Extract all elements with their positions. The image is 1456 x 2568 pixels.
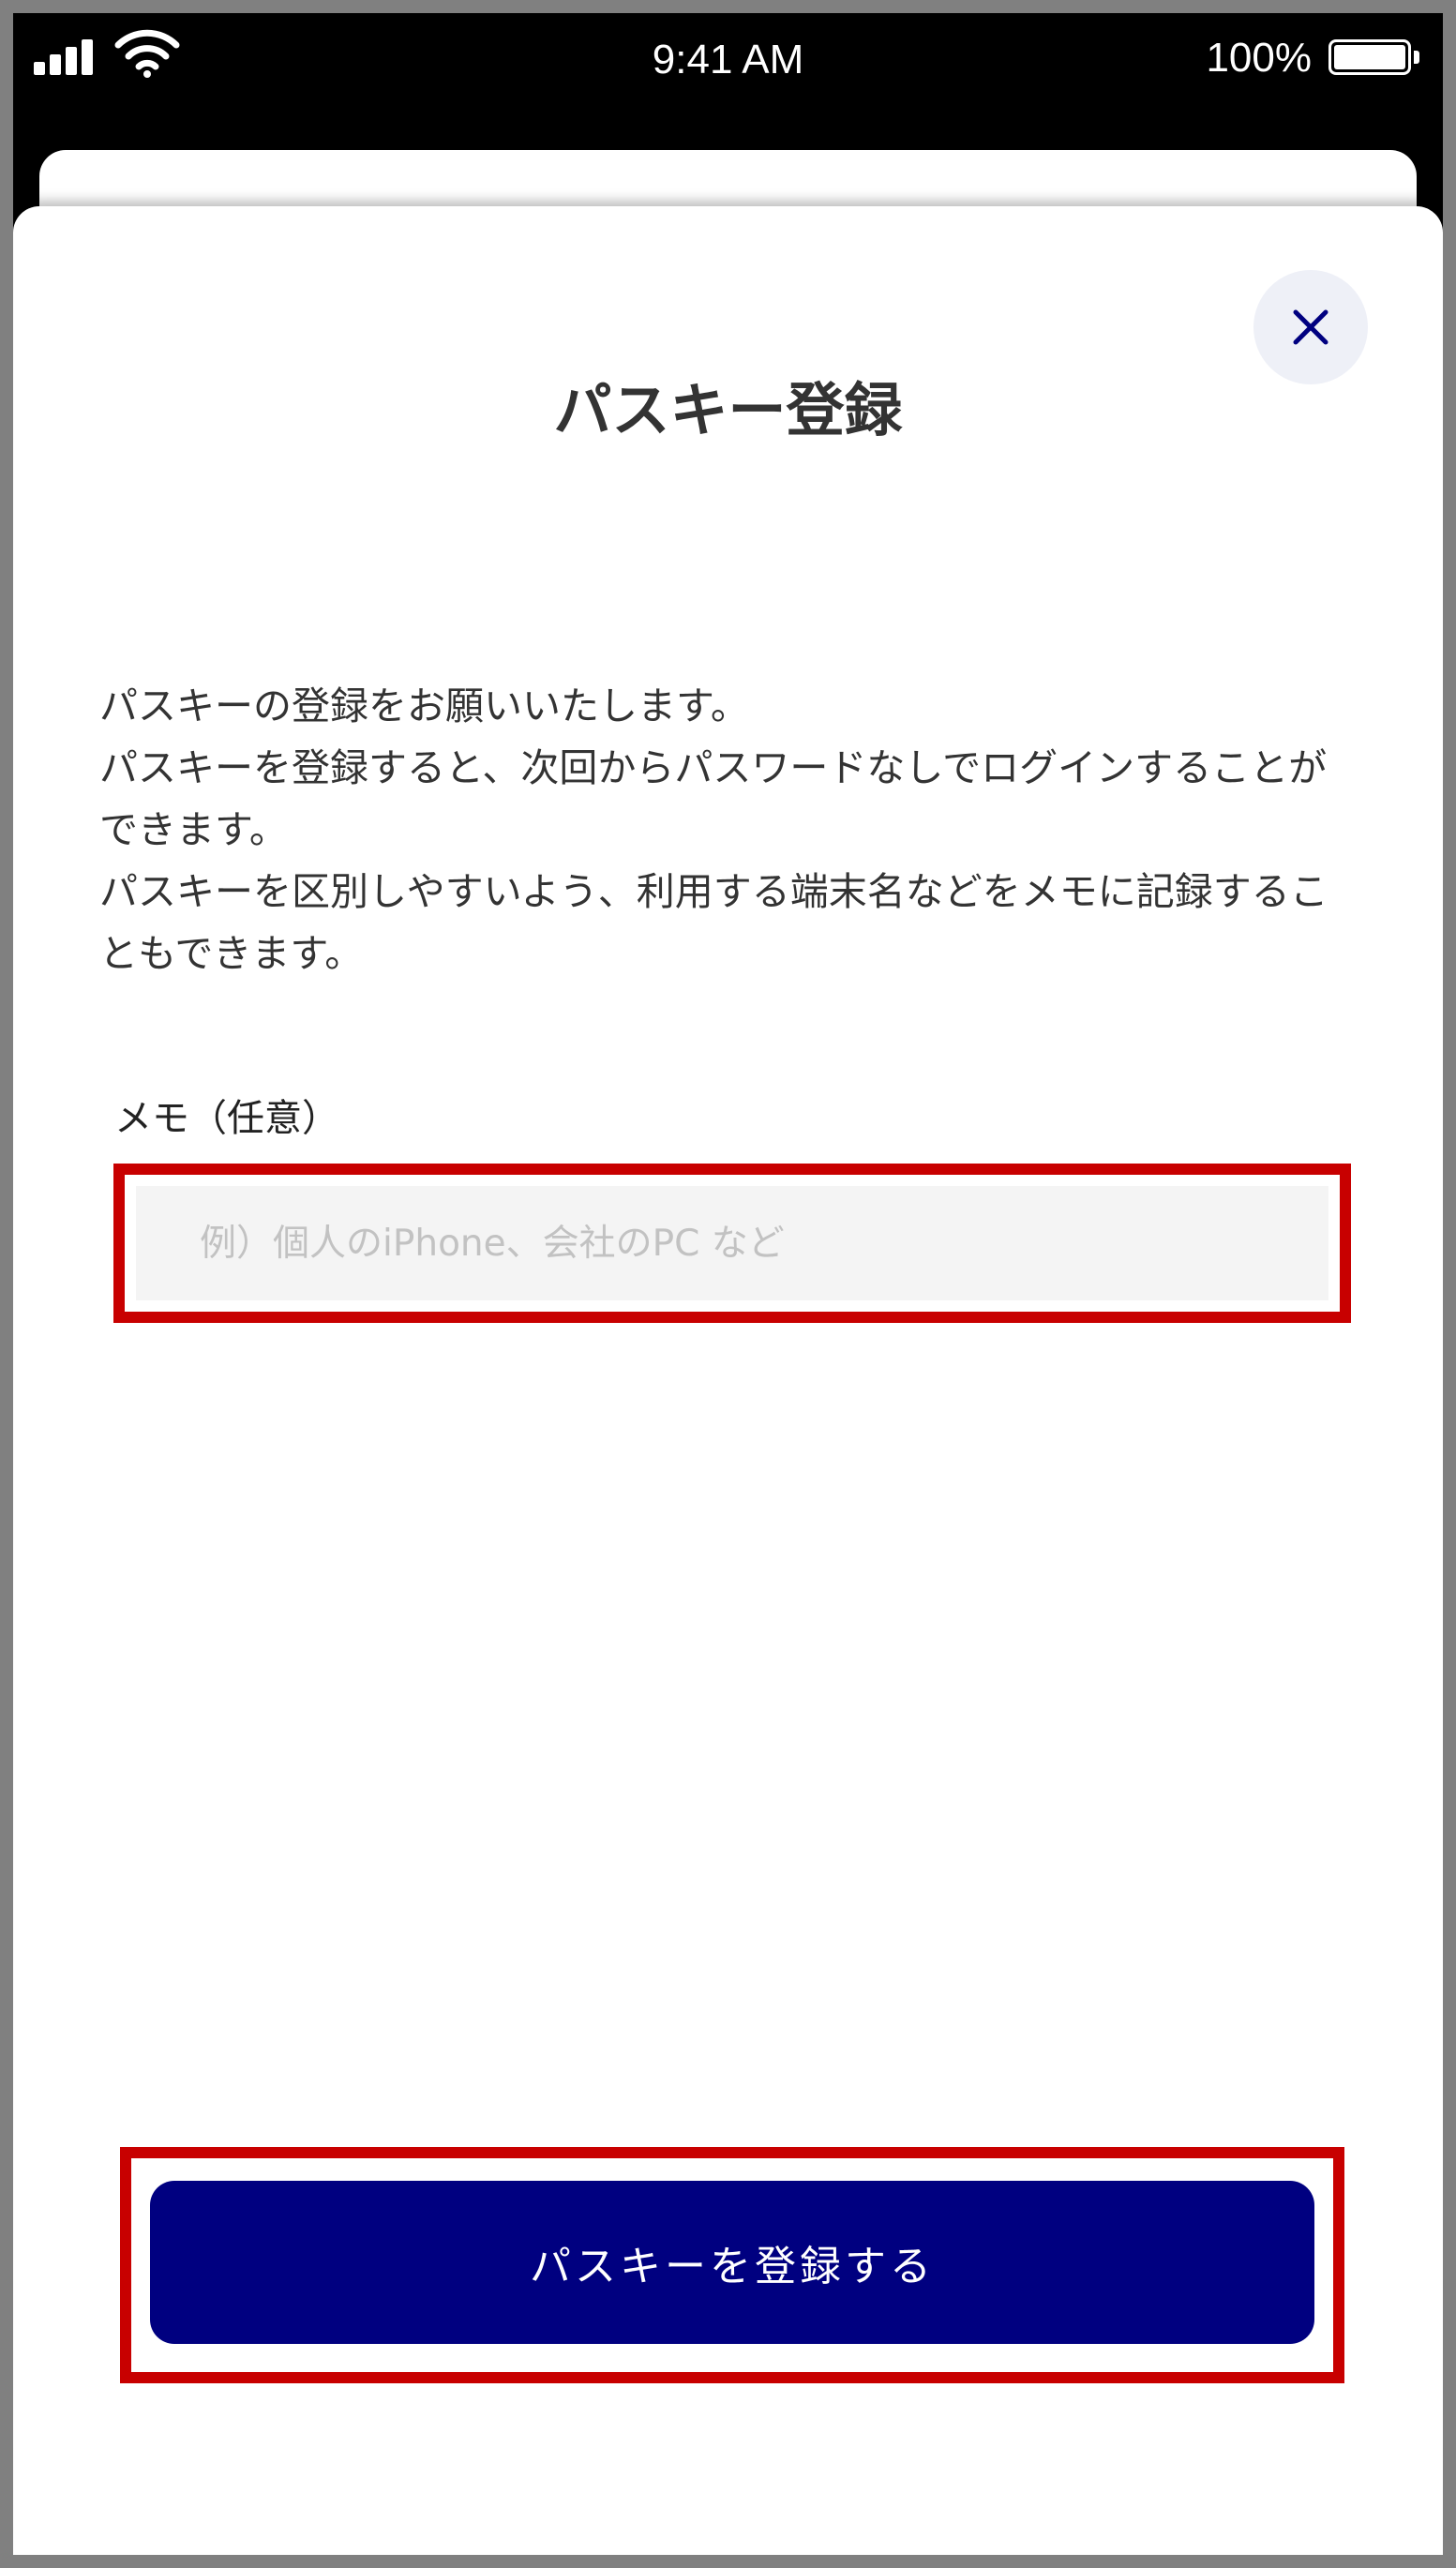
battery-percentage: 100% xyxy=(1206,35,1312,81)
close-icon xyxy=(1293,309,1328,345)
battery-icon xyxy=(1328,39,1422,79)
description-line: パスキーの登録をお願いいたします。 xyxy=(99,683,749,728)
memo-label: メモ（任意） xyxy=(114,1097,339,1140)
close-button[interactable] xyxy=(1253,270,1368,384)
dialog-title: パスキー登録 xyxy=(553,376,903,444)
description-line: パスキーを区別しやすいよう、利用する端末名などをメモに記録することもできます。 xyxy=(99,869,1328,976)
memo-highlight-frame xyxy=(113,1164,1351,1323)
dialog-description: パスキーの登録をお願いいたします。 パスキーを登録すると、次回からパスワードなし… xyxy=(99,675,1356,984)
submit-highlight-frame: パスキーを登録する xyxy=(120,2147,1344,2383)
status-bar: 9:41 AM 100% xyxy=(13,13,1443,107)
passkey-registration-sheet: パスキー登録 パスキーの登録をお願いいたします。 パスキーを登録すると、次回から… xyxy=(13,206,1443,2555)
memo-input[interactable] xyxy=(136,1186,1328,1300)
phone-screen: 9:41 AM 100% パスキー登録 パスキーの登録をお願いいたします。 パス… xyxy=(13,13,1443,2555)
description-line: パスキーを登録すると、次回からパスワードなしでログインすることができます。 xyxy=(99,745,1328,852)
register-passkey-button[interactable]: パスキーを登録する xyxy=(150,2181,1314,2344)
